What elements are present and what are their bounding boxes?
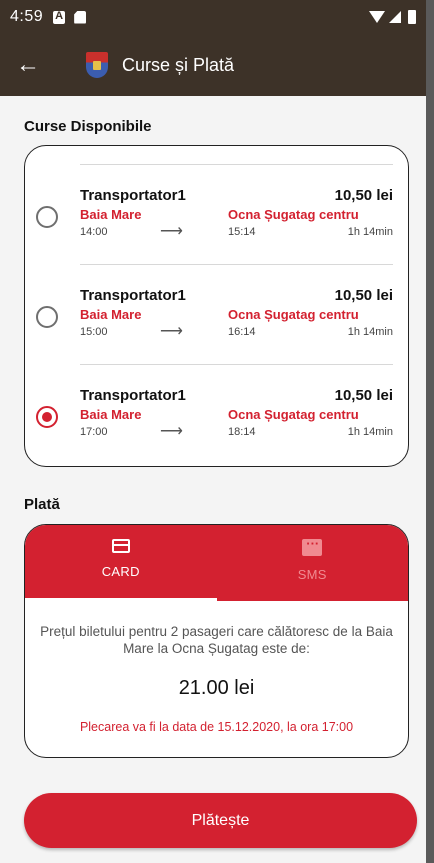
route-departure: 15:00: [80, 326, 108, 338]
tab-sms[interactable]: SMS: [217, 525, 409, 601]
route-to: Ocna Șugatag centru: [228, 407, 359, 422]
departure-note: Plecarea va fi la data de 15.12.2020, la…: [79, 720, 354, 734]
payment-section-title: Plată: [24, 496, 60, 513]
route-radio[interactable]: [36, 206, 58, 228]
tab-card-label: CARD: [101, 564, 140, 579]
route-from: Baia Mare: [80, 407, 142, 422]
arrow-right-icon: ⟶: [160, 423, 183, 440]
route-radio[interactable]: [36, 406, 58, 428]
route-duration: 1h 14min: [347, 226, 393, 238]
route-price: 10,50 lei: [334, 187, 393, 204]
sms-icon: [302, 536, 323, 556]
arrow-right-icon: ⟶: [160, 323, 183, 340]
route-from: Baia Mare: [80, 207, 142, 222]
route-radio[interactable]: [36, 306, 58, 328]
arrow-right-icon: ⟶: [160, 223, 183, 240]
phone-screen: 4:59 ← Curse și Plată Curse Disponibile …: [0, 0, 426, 863]
status-bar: 4:59: [0, 0, 426, 34]
route-item[interactable]: Transportator1 10,50 lei Baia Mare Ocna …: [36, 164, 393, 264]
routes-section-title: Curse Disponibile: [24, 118, 152, 135]
route-arrival: 18:14: [228, 426, 256, 438]
signal-icon: [389, 11, 401, 23]
payment-tabs: CARD SMS: [25, 525, 408, 601]
route-item[interactable]: Transportator1 10,50 lei Baia Mare Ocna …: [36, 364, 393, 464]
route-arrival: 16:14: [228, 326, 256, 338]
pay-button[interactable]: Plătește: [24, 793, 417, 848]
payment-card: CARD SMS Prețul biletului pentru 2 pasag…: [24, 524, 409, 758]
tab-card[interactable]: CARD: [25, 525, 217, 601]
route-carrier: Transportator1: [80, 387, 186, 404]
credit-card-icon: [111, 539, 130, 553]
tab-indicator: [25, 598, 217, 601]
route-from: Baia Mare: [80, 307, 142, 322]
route-departure: 17:00: [80, 426, 108, 438]
page-title: Curse și Plată: [122, 54, 235, 75]
route-arrival: 15:14: [228, 226, 256, 238]
notification-a-icon: [53, 10, 66, 24]
tab-sms-label: SMS: [297, 567, 327, 582]
payment-description: Prețul biletului pentru 2 pasageri care …: [40, 624, 393, 656]
battery-icon: [408, 10, 416, 24]
app-bar: ← Curse și Plată: [0, 34, 426, 96]
route-carrier: Transportator1: [80, 187, 186, 204]
route-departure: 14:00: [80, 226, 108, 238]
route-price: 10,50 lei: [334, 387, 393, 404]
sd-card-icon: [74, 10, 87, 24]
route-duration: 1h 14min: [347, 326, 393, 338]
route-to: Ocna Șugatag centru: [228, 307, 359, 322]
route-carrier: Transportator1: [80, 287, 186, 304]
route-duration: 1h 14min: [347, 426, 393, 438]
county-crest-icon: [86, 52, 108, 78]
status-time: 4:59: [10, 8, 44, 25]
route-item[interactable]: Transportator1 10,50 lei Baia Mare Ocna …: [36, 264, 393, 364]
routes-list: Transportator1 10,50 lei Baia Mare Ocna …: [24, 145, 409, 467]
back-arrow-icon[interactable]: ←: [16, 51, 56, 79]
route-to: Ocna Șugatag centru: [228, 207, 359, 222]
wifi-icon: [369, 11, 385, 23]
payment-amount: 21.00 lei: [178, 677, 255, 699]
route-price: 10,50 lei: [334, 287, 393, 304]
